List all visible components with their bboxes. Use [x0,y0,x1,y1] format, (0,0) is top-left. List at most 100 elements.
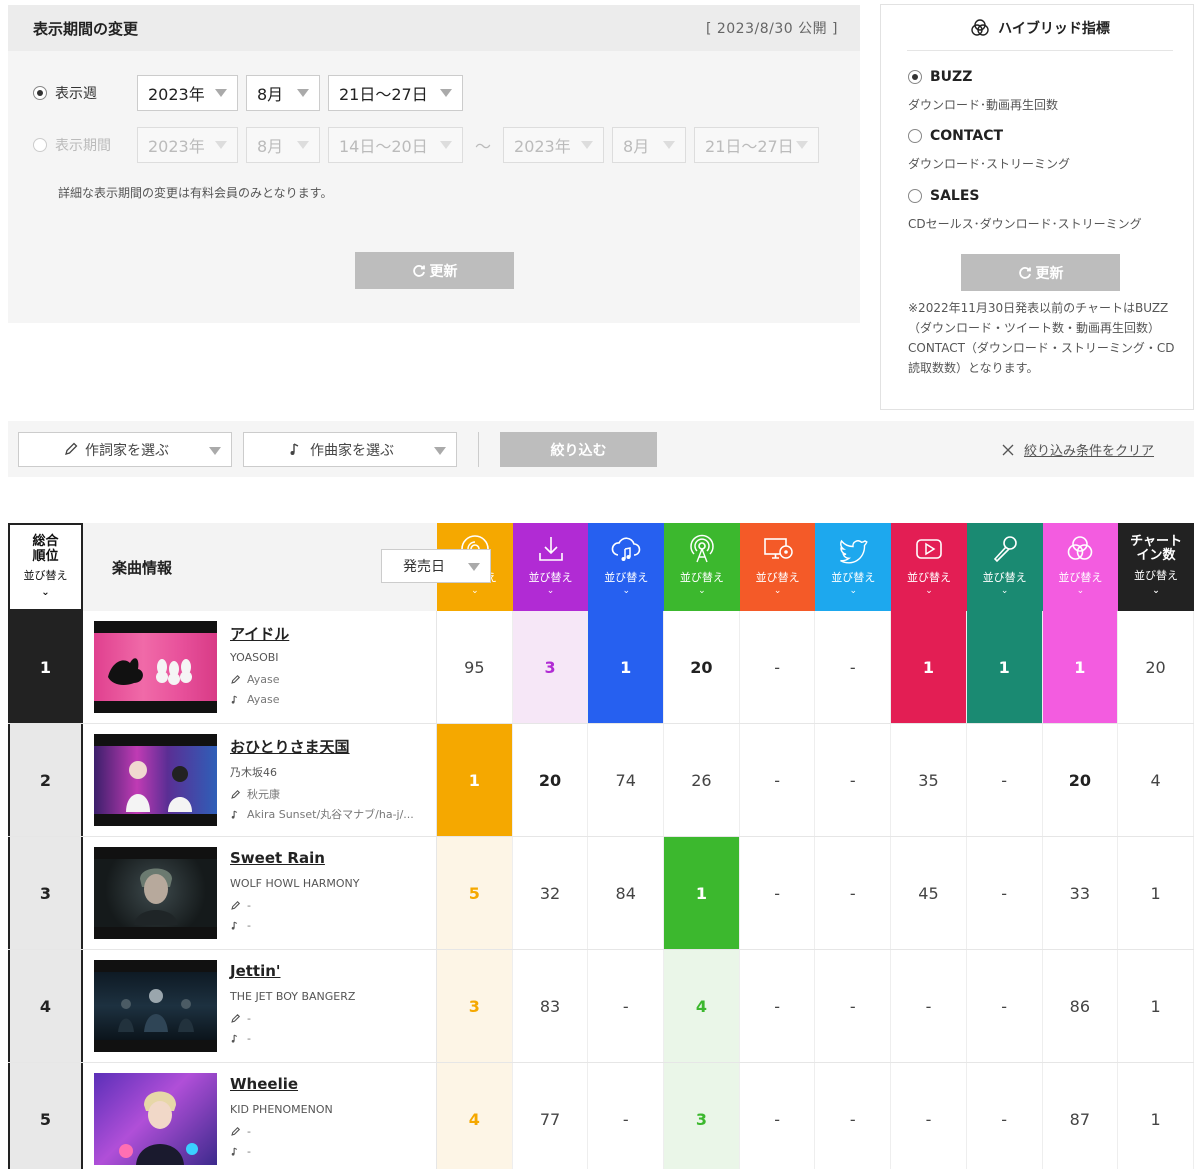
range-tilde: ～ [475,137,492,156]
lyricist-placeholder: 作詞家を選ぶ [85,442,169,459]
hybrid-cell: 87 [1043,1063,1119,1169]
pc-cell: - [740,837,816,949]
sort-label: 並び替え [906,571,951,584]
karaoke-cell: - [967,950,1043,1062]
rank-sort-header[interactable]: 総合 順位 並び替え ⌄ [8,523,83,611]
hybrid-option-contact[interactable]: CONTACT [908,128,1003,144]
table-row: 2 おひとりさま天国 乃木坂46 秋元康 Akira Sunset/丸谷マナブ/… [8,724,1194,837]
from-month-select[interactable]: 8月 [246,127,320,163]
week-radio[interactable] [33,86,47,100]
streaming-cell: - [588,950,665,1062]
week-days-select[interactable]: 21日～27日 [328,75,463,111]
pc-cell: - [740,724,816,836]
rank-cell: 3 [8,837,83,949]
composer-credit: - [230,919,251,932]
chevron-down-icon: ⌄ [849,586,858,596]
radio-sort-header[interactable]: 並び替え ⌄ [664,523,740,611]
lyricist-name: 秋元康 [247,788,280,801]
download-cell: 83 [513,950,589,1062]
video-thumbnail[interactable] [94,734,217,826]
song-title-link[interactable]: アイドル [230,623,289,644]
video-thumbnail[interactable] [94,847,217,939]
chevron-down-icon [581,141,594,149]
sort-label: 並び替え [679,571,724,584]
chart-in-cell: 20 [1118,611,1194,723]
clear-filter-link[interactable]: 絞り込み条件をクリア [1002,440,1154,459]
download-cell: 77 [513,1063,589,1169]
video-thumbnail[interactable] [94,621,217,713]
karaoke-sort-header[interactable]: 並び替え ⌄ [966,523,1043,611]
to-year-value: 2023年 [514,137,571,156]
from-days-select[interactable]: 14日～20日 [328,127,463,163]
range-row: 表示期間 2023年 8月 14日～20日 ～ 2023年 8月 21日～27日 [33,127,827,163]
rank-cell: 5 [8,1063,83,1169]
twitter-icon [840,539,868,564]
from-year-select[interactable]: 2023年 [137,127,238,163]
release-date-sort-select[interactable]: 発売日 [381,549,491,583]
rank-header-line2: 順位 [32,549,59,564]
twitter-cell: - [815,837,892,949]
hybrid-update-button[interactable]: 更新 [961,254,1120,291]
pc-sort-header[interactable]: 並び替え ⌄ [739,523,816,611]
to-year-select[interactable]: 2023年 [503,127,605,163]
contact-radio[interactable] [908,129,922,143]
chevron-down-icon [796,141,809,149]
sort-label: 並び替え [831,571,876,584]
pencil-icon [65,442,78,455]
buzz-radio[interactable] [908,70,922,84]
lyricist-credit: 秋元康 [230,786,280,802]
composer-select[interactable]: 作曲家を選ぶ [243,432,457,467]
hybrid-option-sales[interactable]: SALES [908,188,980,204]
hybrid-update-label: 更新 [1035,265,1064,282]
week-year-select[interactable]: 2023年 [137,75,238,111]
song-title-link[interactable]: Jettin' [230,962,281,980]
range-radio[interactable] [33,138,47,152]
song-title-link[interactable]: おひとりさま天国 [230,736,350,757]
chevron-down-icon [468,563,480,571]
song-title-link[interactable]: Wheelie [230,1075,298,1093]
week-month-select[interactable]: 8月 [246,75,320,111]
filter-divider [478,432,479,467]
youtube-icon [916,539,942,559]
sales-label: SALES [930,188,980,204]
download-sort-header[interactable]: 並び替え ⌄ [512,523,589,611]
sales-radio[interactable] [908,189,922,203]
video-thumbnail[interactable] [94,1073,217,1165]
table-header: 総合 順位 並び替え ⌄ 楽曲情報 発売日 並び替え ⌄ 並び替え ⌄ 並び替え… [8,523,1194,611]
song-title-link[interactable]: Sweet Rain [230,849,325,867]
narrow-button[interactable]: 絞り込む [500,432,657,467]
streaming-sort-header[interactable]: 並び替え ⌄ [588,523,665,611]
hybrid-title: ハイブリッド指標 [998,20,1110,37]
sort-label: 並び替え [755,571,800,584]
to-days-select[interactable]: 21日～27日 [694,127,820,163]
twitter-sort-header[interactable]: 並び替え ⌄ [815,523,892,611]
chevron-down-icon [297,141,309,149]
week-label: 表示週 [55,86,97,102]
to-month-select[interactable]: 8月 [612,127,687,163]
chart-in-cell: 1 [1118,950,1194,1062]
release-date-sort-value: 発売日 [403,559,445,575]
youtube-sort-header[interactable]: 並び替え ⌄ [891,523,967,611]
streaming-icon [611,537,641,561]
hybrid-option-buzz[interactable]: BUZZ [908,69,972,85]
composer-credit: Akira Sunset/丸谷マナブ/ha-j/... [230,806,414,822]
rank-cell: 1 [8,611,83,723]
buzz-desc: ダウンロード･動画再生回数 [908,98,1059,112]
lyricist-name: Ayase [247,673,280,686]
streaming-cell: 1 [588,611,665,723]
video-thumbnail[interactable] [94,960,217,1052]
pc-cell: - [740,950,816,1062]
radio-cell: 3 [664,1063,740,1169]
microphone-icon [993,536,1017,563]
period-update-label: 更新 [429,263,458,280]
hybrid-icon [1068,536,1093,560]
chart-in-cell: 1 [1118,1063,1194,1169]
hybrid-sort-header[interactable]: 並び替え ⌄ [1042,523,1119,611]
period-note: 詳細な表示期間の変更は有料会員のみとなります。 [58,186,333,200]
period-update-button[interactable]: 更新 [355,252,514,289]
sort-label: 並び替え [528,571,573,584]
twitter-cell: - [815,724,892,836]
period-title: 表示期間の変更 [33,19,139,38]
lyricist-select[interactable]: 作詞家を選ぶ [18,432,232,467]
chart-in-sort-header[interactable]: チャート イン数 並び替え ⌄ [1118,523,1194,611]
